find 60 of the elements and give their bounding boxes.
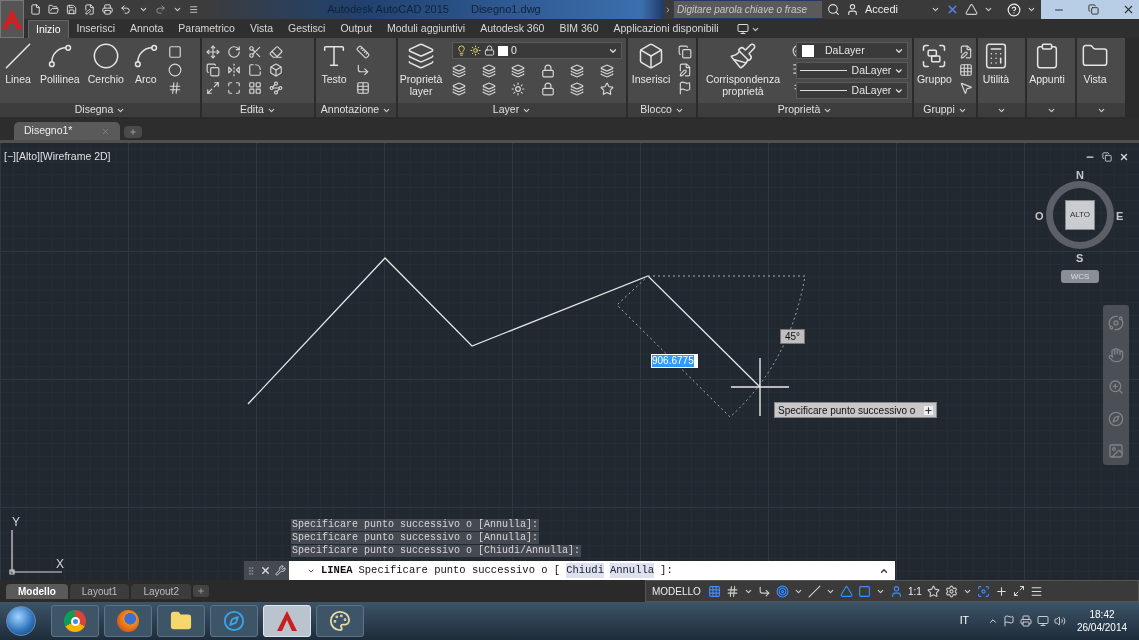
angle-label: 45° <box>780 329 805 344</box>
compass-east: E <box>1116 209 1124 224</box>
command-prompt: Specificare punto successivo o [ <box>358 562 561 578</box>
compass-north: N <box>1076 168 1084 183</box>
viewcube-face[interactable]: ALTO <box>1065 200 1095 230</box>
ribbon-tab[interactable]: Vista <box>242 20 281 38</box>
dropdown[interactable]: DaLayer <box>796 42 908 59</box>
layout-tab[interactable]: Modello <box>6 583 68 599</box>
ribbon-tab[interactable]: Autodesk 360 <box>473 20 552 38</box>
tooltip-text: Specificare punto successivo o <box>778 403 916 418</box>
scale-menu[interactable]: 1:1 <box>907 583 922 599</box>
ribbon-tab[interactable]: Applicazioni disponibili <box>606 20 726 38</box>
dropdown-value: DaLayer <box>851 82 892 98</box>
language-indicator[interactable]: IT <box>959 613 969 629</box>
ribbon-tool[interactable]: Vista <box>1081 42 1109 85</box>
ribbon-tool[interactable]: Inserisci <box>632 42 671 85</box>
clock-time: 18:42 <box>1089 608 1115 621</box>
ribbon-tab[interactable]: Output <box>333 20 379 38</box>
ribbon-tab[interactable]: Inizio <box>28 20 69 38</box>
ribbon-tool[interactable]: Cerchio <box>87 42 124 85</box>
space-toggle[interactable]: MODELLO <box>650 583 703 599</box>
ribbon-tool[interactable]: Corrispondenza proprietà <box>702 42 784 97</box>
clock[interactable]: 18:42 26/04/2014 <box>1071 608 1133 634</box>
ribbon-tab[interactable]: Annota <box>123 20 171 38</box>
search-field[interactable]: Digitare parola chiave o frase <box>674 1 822 18</box>
layout-tab[interactable]: Layout2 <box>131 583 191 599</box>
ribbon-tool[interactable]: Appunti <box>1031 42 1063 85</box>
layout-tab[interactable]: Layout1 <box>69 583 130 599</box>
ribbon-tool[interactable]: Polilinea <box>40 42 80 85</box>
dropdown-value: DaLayer <box>851 62 892 78</box>
ribbon-tab[interactable]: BIM 360 <box>552 20 606 38</box>
dropdown-value: 0 <box>511 42 518 58</box>
dropdown[interactable]: 0 <box>452 42 622 59</box>
file-name: Disegno1.dwg <box>471 2 541 18</box>
dropdown[interactable]: DaLayer <box>796 82 908 99</box>
panel-title[interactable]: Layer <box>492 102 520 118</box>
command-end: ]: <box>660 562 673 578</box>
dropdown-value: DaLayer <box>825 42 866 58</box>
ribbon-tool[interactable]: Linea <box>4 42 32 85</box>
viewport-label[interactable]: [−][Alto][Wireframe 2D] <box>4 149 111 165</box>
axis-label: X <box>56 556 64 573</box>
command-line-field[interactable]: LINEA Specificare punto successivo o [ Chiudi Annulla ]: <box>289 561 895 580</box>
clock-date: 26/04/2014 <box>1076 621 1128 634</box>
command-name: LINEA <box>321 562 353 578</box>
compass-west: O <box>1035 209 1044 224</box>
document-tab[interactable]: Disegno1* <box>14 122 120 140</box>
viewcube-compass[interactable]: ALTO <box>1046 181 1114 249</box>
ribbon-tab[interactable]: Moduli aggiuntivi <box>379 20 473 38</box>
compass-south: S <box>1076 251 1084 266</box>
dropdown[interactable]: DaLayer <box>796 62 908 79</box>
axis-label: Y <box>12 514 20 531</box>
ribbon-tab[interactable]: Parametrico <box>171 20 242 38</box>
command-option[interactable]: Annulla <box>609 562 655 579</box>
ribbon-tool[interactable]: Arco <box>131 42 160 85</box>
ribbon-tool[interactable]: Testo <box>320 42 348 85</box>
ribbon-tab[interactable]: Gestisci <box>281 20 333 38</box>
ribbon-tool[interactable]: Utilità <box>982 42 1010 85</box>
ribbon-tab[interactable]: Inserisci <box>69 20 123 38</box>
command-option[interactable]: Chiudi <box>566 562 604 579</box>
ribbon-tool[interactable]: Gruppo <box>918 42 951 85</box>
